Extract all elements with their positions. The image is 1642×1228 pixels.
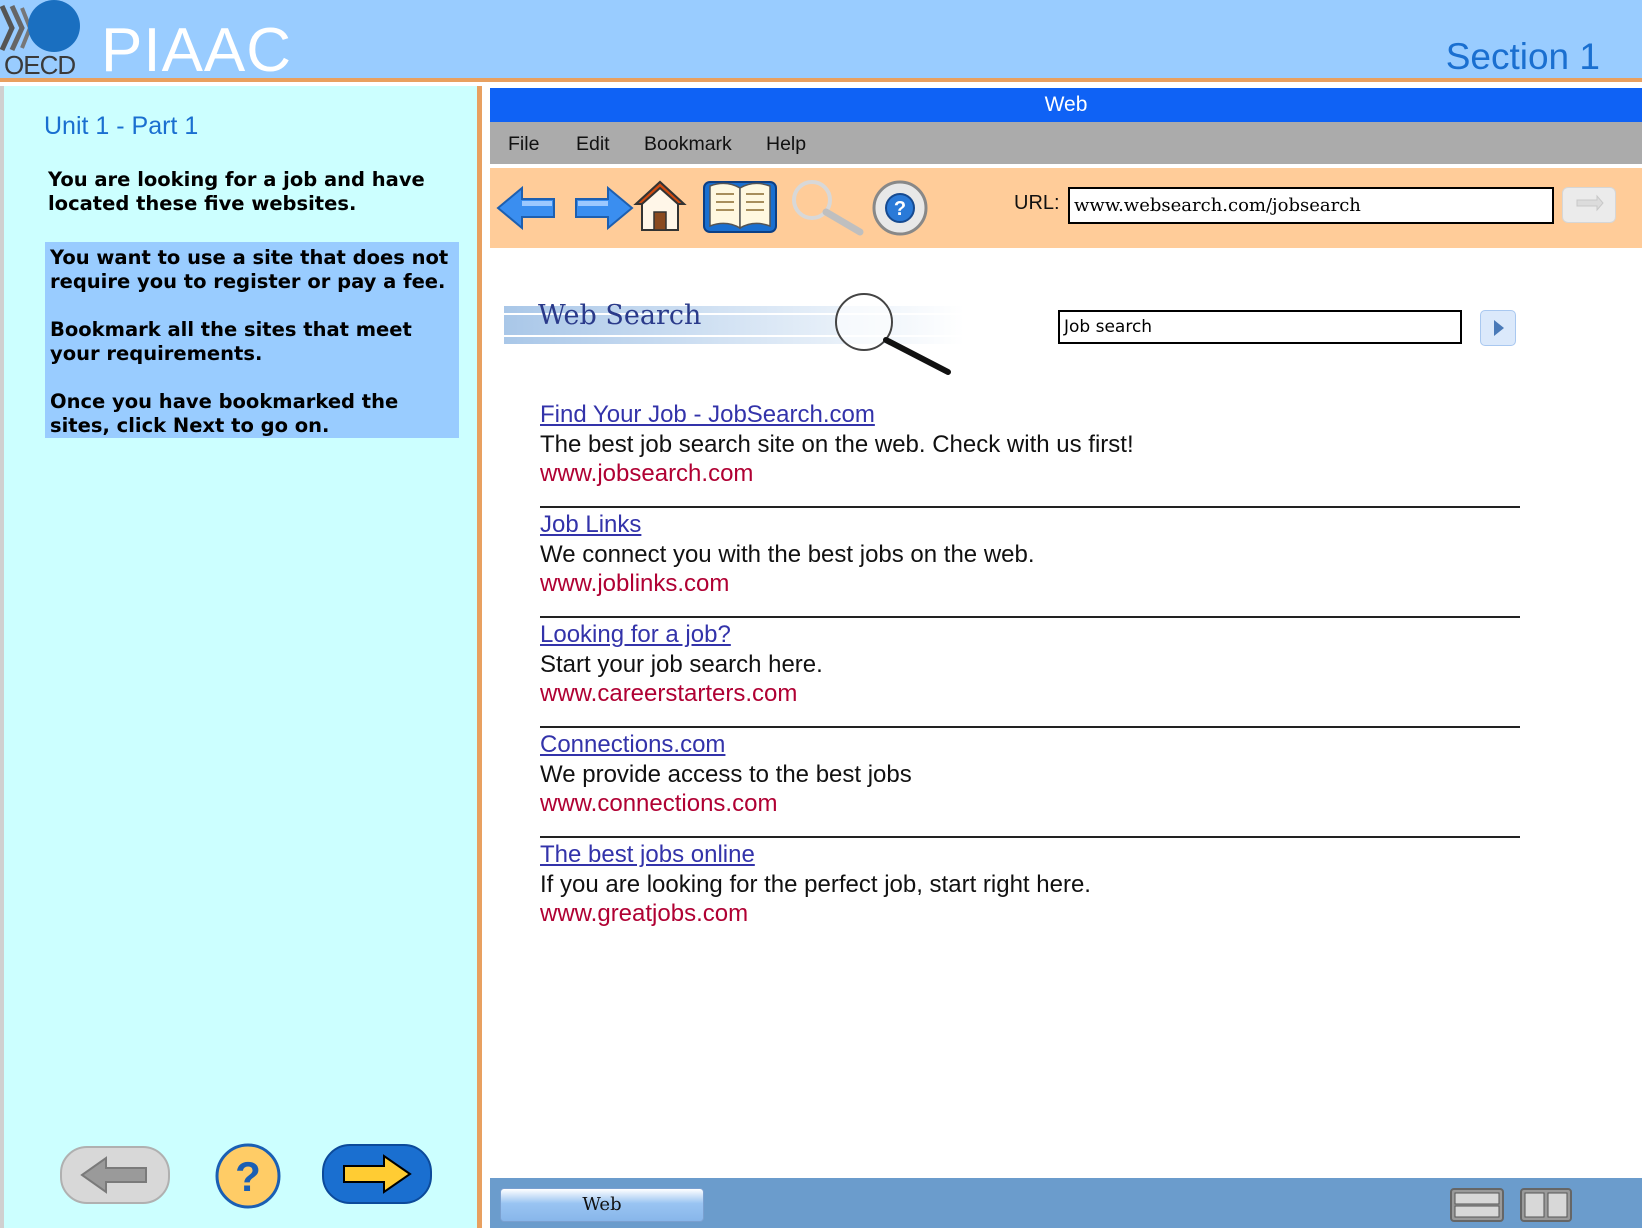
app-header: OECD PIAAC Section 1 bbox=[0, 0, 1642, 85]
menu-bar: File Edit Bookmark Help bbox=[490, 122, 1642, 166]
search-input[interactable]: Job search bbox=[1058, 310, 1462, 344]
result-title-link[interactable]: Find Your Job - JobSearch.com bbox=[540, 400, 875, 430]
instruction-text: Bookmark all the sites that meet your re… bbox=[50, 318, 412, 365]
search-result: Job Links We connect you with the best j… bbox=[540, 508, 1520, 618]
horizontal-split-icon[interactable] bbox=[1450, 1188, 1504, 1222]
unit-label: Unit 1 - Part 1 bbox=[44, 112, 199, 140]
menu-bookmark[interactable]: Bookmark bbox=[644, 122, 732, 166]
oecd-wordmark: OECD bbox=[4, 50, 76, 80]
web-page-content: Web Search Job search Find Your Job - Jo… bbox=[490, 248, 1642, 1130]
result-description: We connect you with the best jobs on the… bbox=[540, 541, 1035, 568]
search-result: Connections.com We provide access to the… bbox=[540, 728, 1520, 838]
browser-toolbar: ? URL: www.websearch.com/jobsearch bbox=[490, 168, 1642, 248]
forward-arrow-icon[interactable] bbox=[574, 184, 634, 232]
search-go-button[interactable] bbox=[1480, 310, 1516, 346]
vertical-split-icon[interactable] bbox=[1520, 1188, 1572, 1222]
simulated-browser: Web File Edit Bookmark Help ? URL: www.w… bbox=[490, 86, 1642, 1228]
menu-edit[interactable]: Edit bbox=[576, 122, 610, 166]
back-arrow-icon[interactable] bbox=[496, 184, 556, 232]
result-description: We provide access to the best jobs bbox=[540, 761, 912, 788]
taskbar-tab-web[interactable]: Web bbox=[500, 1188, 704, 1222]
play-arrow-icon bbox=[1494, 320, 1504, 336]
bookmarks-book-icon[interactable] bbox=[702, 176, 778, 236]
search-result: Looking for a job? Start your job search… bbox=[540, 618, 1520, 728]
search-result: The best jobs online If you are looking … bbox=[540, 838, 1520, 948]
section-label: Section 1 bbox=[1445, 36, 1600, 77]
home-icon[interactable] bbox=[632, 178, 688, 234]
result-url: www.jobsearch.com bbox=[540, 460, 754, 487]
result-title-link[interactable]: Job Links bbox=[540, 510, 641, 540]
result-url: www.connections.com bbox=[540, 790, 778, 817]
result-url: www.careerstarters.com bbox=[540, 680, 798, 707]
browser-taskbar: Web bbox=[490, 1178, 1642, 1228]
instruction-panel: Unit 1 - Part 1 You are looking for a jo… bbox=[0, 86, 482, 1228]
web-search-logo-text: Web Search bbox=[538, 300, 702, 331]
next-button[interactable] bbox=[322, 1144, 432, 1204]
result-title-link[interactable]: Looking for a job? bbox=[540, 620, 731, 650]
browser-title-bar: Web bbox=[490, 88, 1642, 122]
result-title-link[interactable]: Connections.com bbox=[540, 730, 725, 760]
instruction-intro: You are looking for a job and have locat… bbox=[48, 168, 425, 215]
result-description: Start your job search here. bbox=[540, 651, 823, 678]
help-button[interactable]: ? bbox=[214, 1142, 282, 1210]
svg-text:?: ? bbox=[894, 198, 906, 220]
help-lifebuoy-icon[interactable]: ? bbox=[870, 178, 930, 238]
result-url: www.joblinks.com bbox=[540, 570, 730, 597]
instruction-text: Once you have bookmarked the sites, clic… bbox=[50, 390, 399, 437]
instruction-text: You want to use a site that does not req… bbox=[50, 246, 449, 293]
go-arrow-icon bbox=[1576, 194, 1604, 212]
menu-file[interactable]: File bbox=[508, 122, 539, 166]
result-description: If you are looking for the perfect job, … bbox=[540, 871, 1091, 898]
back-button[interactable] bbox=[60, 1146, 170, 1204]
result-description: The best job search site on the web. Che… bbox=[540, 431, 1134, 458]
result-url: www.greatjobs.com bbox=[540, 900, 749, 927]
question-mark-icon: ? bbox=[235, 1153, 261, 1200]
app-title: PIAAC bbox=[101, 16, 293, 85]
url-field[interactable]: www.websearch.com/jobsearch bbox=[1068, 187, 1554, 224]
url-label: URL: bbox=[1014, 192, 1060, 214]
result-title-link[interactable]: The best jobs online bbox=[540, 840, 755, 870]
search-results: Find Your Job - JobSearch.com The best j… bbox=[540, 398, 1520, 948]
search-result: Find Your Job - JobSearch.com The best j… bbox=[540, 398, 1520, 508]
instruction-box: You want to use a site that does not req… bbox=[45, 242, 459, 438]
menu-help[interactable]: Help bbox=[766, 122, 806, 166]
url-go-button[interactable] bbox=[1562, 187, 1616, 223]
search-magnifier-icon[interactable] bbox=[788, 178, 868, 238]
